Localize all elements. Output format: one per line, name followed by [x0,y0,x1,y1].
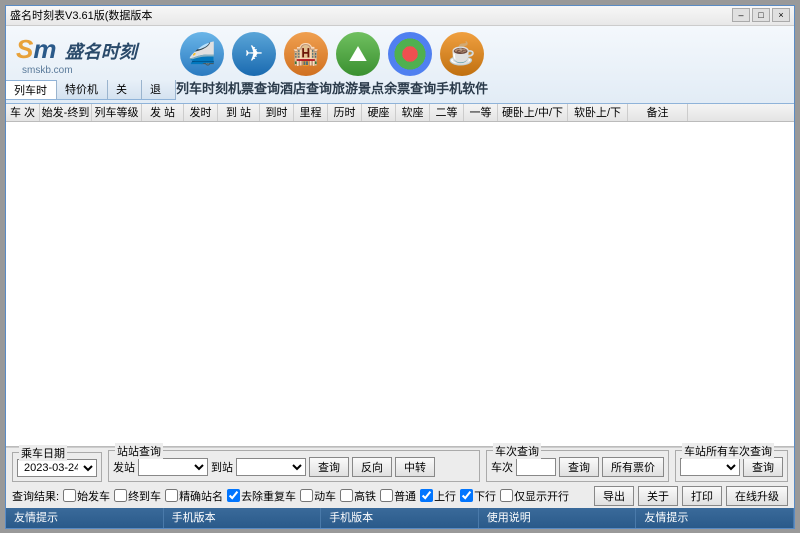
tab-退出[interactable]: 退出 [142,80,176,99]
col-header[interactable]: 备注 [628,104,688,121]
filter-终到车[interactable]: 终到车 [114,488,161,504]
titlebar: 盛名时刻表V3.61版(数据版本 – □ × [6,6,794,26]
col-header[interactable]: 列车等级 [92,104,142,121]
train-input[interactable] [516,458,556,476]
filter-始发车[interactable]: 始发车 [63,488,110,504]
filter-普通[interactable]: 普通 [380,488,416,504]
status-cell[interactable]: 手机版本 [164,508,322,528]
filter-高铁[interactable]: 高铁 [340,488,376,504]
train-fieldset: 车次查询 车次 查询 所有票价 [486,450,669,482]
nav-旅游景点[interactable]: ⛰ 旅游景点 [332,32,384,97]
酒店查询-icon: 🏨 [284,32,328,76]
transfer-button[interactable]: 中转 [395,457,435,477]
filter-下行[interactable]: 下行 [460,488,496,504]
station-fieldset: 站站查询 发站 到站 查询 反向 中转 [108,450,480,482]
旅游景点-icon: ⛰ [336,32,380,76]
filter-动车[interactable]: 动车 [300,488,336,504]
reverse-button[interactable]: 反向 [352,457,392,477]
result-label: 查询结果: [12,488,59,504]
导出-button[interactable]: 导出 [594,486,634,506]
logo: Sm 盛名时刻 smskb.com 列车时刻特价机票关于退出 [6,28,176,100]
filter-仅显示开行[interactable]: 仅显示开行 [500,488,569,504]
logo-url: smskb.com [22,65,166,76]
col-header[interactable]: 二等 [430,104,464,121]
col-header[interactable]: 始发-终到 [40,104,92,121]
filter-去除重复车[interactable]: 去除重复车 [227,488,296,504]
col-header[interactable]: 发时 [184,104,218,121]
date-fieldset: 乘车日期 2023-03-24 [12,452,102,482]
tab-特价机票[interactable]: 特价机票 [57,80,108,99]
all-price-button[interactable]: 所有票价 [602,457,664,477]
tab-关于[interactable]: 关于 [108,80,142,99]
nav-手机软件[interactable]: ☕ 手机软件 [436,32,488,97]
列车时刻-icon: 🚄 [180,32,224,76]
table-header: 车 次始发-终到列车等级发 站发时到 站到时里程历时硬座软座二等一等硬卧上/中/… [6,104,794,122]
window-title: 盛名时刻表V3.61版(数据版本 [10,7,730,23]
col-header[interactable]: 到时 [260,104,294,121]
关于-button[interactable]: 关于 [638,486,678,506]
controls-panel: 乘车日期 2023-03-24 站站查询 发站 到站 查询 反向 中转 车次 [6,447,794,508]
maximize-button[interactable]: □ [752,8,770,22]
station-all-query-button[interactable]: 查询 [743,457,783,477]
在线升级-button[interactable]: 在线升级 [726,486,788,506]
nav-列车时刻[interactable]: 🚄 列车时刻 [176,32,228,97]
results-grid[interactable] [6,122,794,447]
station-all-select[interactable] [680,458,740,476]
to-station-select[interactable] [236,458,306,476]
col-header[interactable]: 硬座 [362,104,396,121]
date-select[interactable]: 2023-03-24 [17,459,97,477]
col-header[interactable]: 到 站 [218,104,260,121]
打印-button[interactable]: 打印 [682,486,722,506]
statusbar: 友情提示手机版本手机版本使用说明友情提示 [6,508,794,528]
from-station-select[interactable] [138,458,208,476]
train-query-button[interactable]: 查询 [559,457,599,477]
nav-酒店查询[interactable]: 🏨 酒店查询 [280,32,332,97]
nav-机票查询[interactable]: ✈ 机票查询 [228,32,280,97]
col-header[interactable]: 软座 [396,104,430,121]
col-header[interactable]: 一等 [464,104,498,121]
nav-余票查询[interactable]: 余票查询 [384,32,436,97]
filter-精确站名[interactable]: 精确站名 [165,488,223,504]
col-header[interactable]: 历时 [328,104,362,121]
logo-text: 盛名时刻 [65,38,137,64]
header: Sm 盛名时刻 smskb.com 列车时刻特价机票关于退出 🚄 列车时刻 ✈ … [6,26,794,104]
filter-row: 查询结果: 始发车 终到车 精确站名 去除重复车 动车 高铁 普通 上行 下行 … [12,486,788,506]
close-button[interactable]: × [772,8,790,22]
col-header[interactable]: 车 次 [6,104,40,121]
minimize-button[interactable]: – [732,8,750,22]
status-cell[interactable]: 使用说明 [479,508,637,528]
app-tabs: 列车时刻特价机票关于退出 [6,80,176,100]
status-cell[interactable]: 手机版本 [321,508,479,528]
col-header[interactable]: 里程 [294,104,328,121]
机票查询-icon: ✈ [232,32,276,76]
col-header[interactable]: 发 站 [142,104,184,121]
col-header[interactable]: 硬卧上/中/下 [498,104,568,121]
余票查询-icon [388,32,432,76]
col-header[interactable]: 软卧上/下 [568,104,628,121]
手机软件-icon: ☕ [440,32,484,76]
tab-列车时刻[interactable]: 列车时刻 [6,80,57,99]
filter-上行[interactable]: 上行 [420,488,456,504]
app-window: 盛名时刻表V3.61版(数据版本 – □ × Sm 盛名时刻 smskb.com… [5,5,795,529]
status-cell[interactable]: 友情提示 [636,508,794,528]
status-cell[interactable]: 友情提示 [6,508,164,528]
station-query-button[interactable]: 查询 [309,457,349,477]
station-all-fieldset: 车站所有车次查询 查询 [675,450,788,482]
